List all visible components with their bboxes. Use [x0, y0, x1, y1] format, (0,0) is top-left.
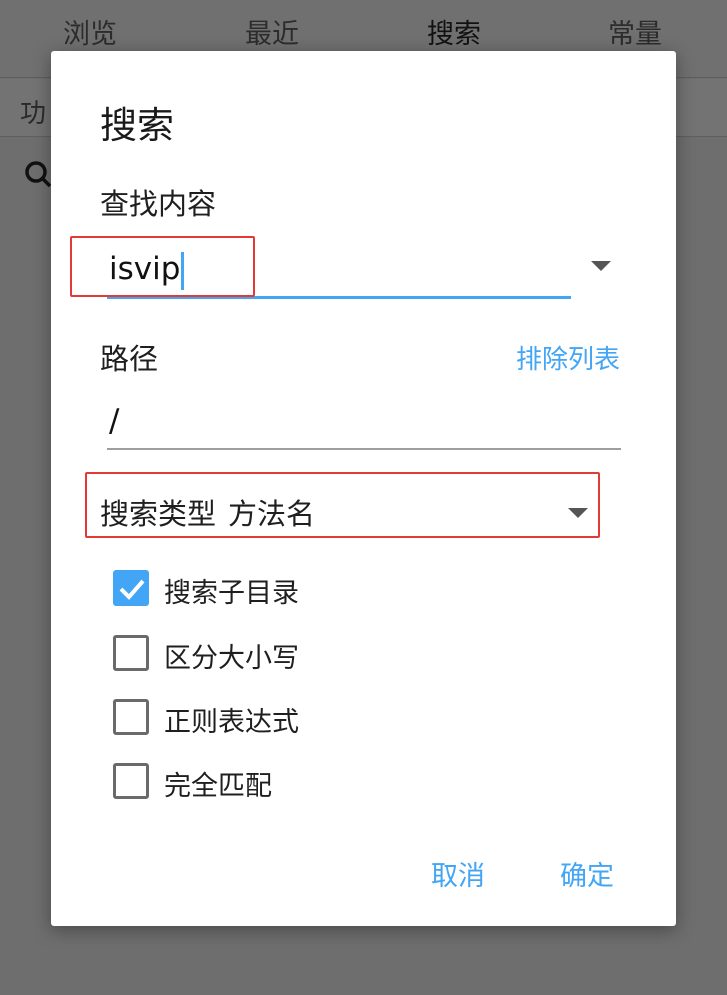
find-history-dropdown-icon[interactable] — [591, 261, 611, 271]
checkbox-unchecked[interactable] — [113, 763, 149, 799]
exclude-list-link[interactable]: 排除列表 — [516, 339, 620, 376]
search-type-select[interactable]: 搜索类型 方法名 — [100, 491, 315, 533]
checkmark-icon — [119, 579, 145, 600]
search-dialog: 搜索 查找内容 isvip 路径 排除列表 / 搜索类型 方法名 搜索子目录 区分… — [51, 51, 676, 926]
option-label: 正则表达式 — [164, 707, 299, 738]
checkbox-unchecked[interactable] — [113, 635, 149, 671]
ok-button[interactable]: 确定 — [560, 854, 614, 893]
search-type-label: 搜索类型 — [100, 497, 217, 531]
path-input-value: / — [109, 403, 120, 439]
option-label: 区分大小写 — [164, 643, 299, 674]
checkbox-unchecked[interactable] — [113, 699, 149, 735]
cancel-button[interactable]: 取消 — [431, 854, 485, 893]
path-label: 路径 — [100, 342, 159, 376]
option-label: 搜索子目录 — [164, 578, 299, 609]
search-type-value: 方法名 — [228, 497, 316, 531]
tab-search[interactable]: 搜索 — [427, 12, 481, 51]
tab-constants[interactable]: 常量 — [608, 12, 662, 51]
checkbox-checked[interactable] — [113, 570, 149, 606]
path-input[interactable]: / — [107, 398, 621, 450]
find-label: 查找内容 — [100, 187, 217, 221]
search-icon — [25, 161, 52, 188]
subbar-label: 功 — [20, 99, 47, 129]
search-type-dropdown-icon[interactable] — [568, 508, 588, 518]
tab-browse[interactable]: 浏览 — [63, 12, 117, 51]
tab-recent[interactable]: 最近 — [245, 12, 299, 51]
option-label: 完全匹配 — [164, 771, 272, 802]
find-highlight-box — [70, 236, 255, 297]
dialog-title: 搜索 — [100, 104, 174, 147]
